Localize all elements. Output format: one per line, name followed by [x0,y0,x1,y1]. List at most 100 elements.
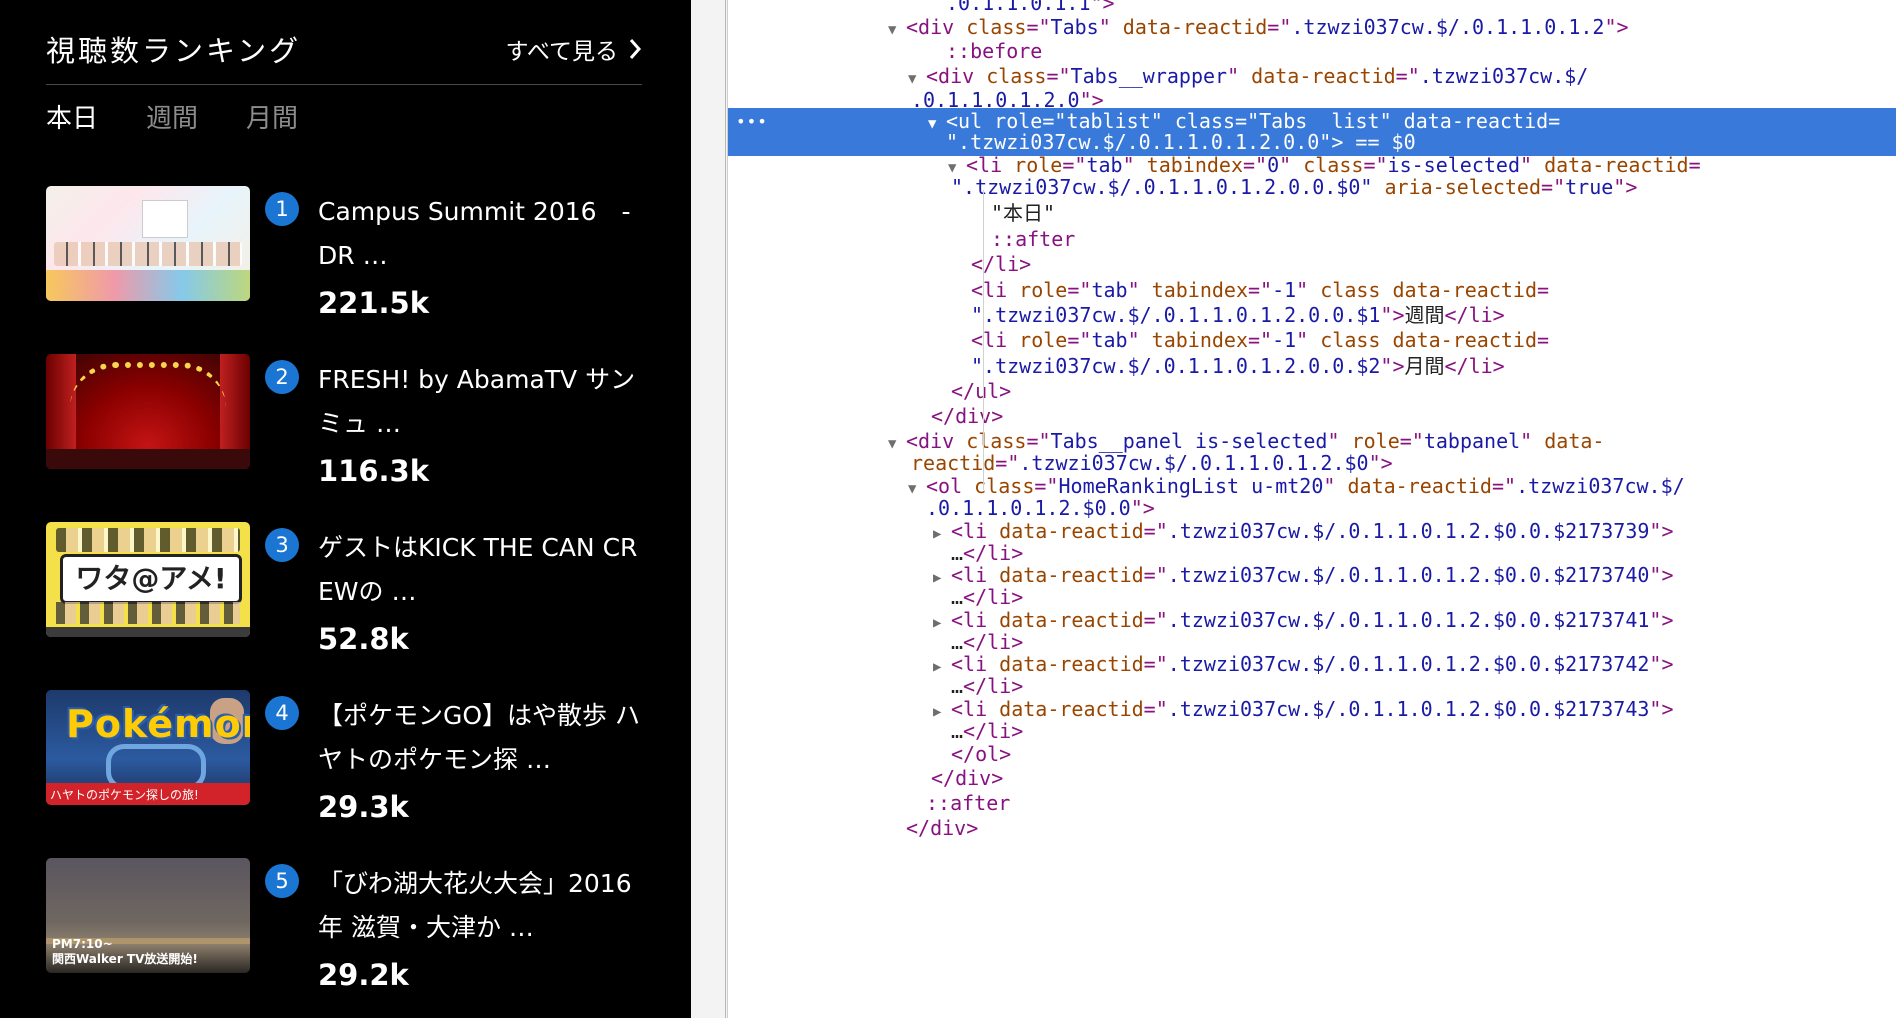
dom-node-line[interactable]: </div> [728,815,1896,842]
dom-token: =" [1046,64,1071,88]
dom-token: == $0 [1343,130,1416,154]
view-count: 221.5k [318,286,430,320]
resize-handle[interactable] [725,0,726,1018]
dom-token: role [1019,328,1068,352]
dom-token: .0.1.1.0.1.2.$0.0 [926,496,1131,520]
video-thumbnail[interactable]: ワタ@アメ! [46,522,250,637]
dom-node-line[interactable]: ▼ <div class="Tabs" data-reactid=".tzwzi0… [728,14,1896,41]
dom-token: " [1227,64,1252,88]
dom-token: "> [1604,15,1629,39]
view-count: 116.3k [318,454,430,488]
dom-token: .tzwzi037cw.$/ [1419,64,1589,88]
dom-token: Tabs [1050,15,1099,39]
video-thumbnail[interactable]: PM7:10~ 関西Walker TV放送開始! [46,858,250,973]
view-count: 52.8k [318,622,409,656]
dom-token: " [1098,15,1123,39]
video-thumbnail[interactable]: Pokémon ハヤトのポケモン探しの旅! [46,690,250,805]
dom-node-line[interactable]: <li role="tab" tabindex="-1" class data-… [728,327,1896,354]
ranking-header: 視聴数ランキング すべて見る [46,24,642,85]
dom-node-line[interactable]: "本日" [728,200,1896,227]
dom-token: … [951,719,964,743]
dom-token: <li [971,278,1020,302]
devtools-elements-panel: .0.1.1.0.1.1"> ▼ <div class="Tabs" data-re… [691,0,1896,1018]
video-title[interactable]: 【ポケモンGO】はや散歩 ハヤトのポケモン探 … [318,694,648,782]
dom-token: ".tzwzi037cw.$/.0.1.1.0.1.2.0.0.$0" [951,175,1385,199]
ranking-item[interactable]: PM7:10~ 関西Walker TV放送開始! 5 「びわ湖大花火大会」201… [46,858,646,1018]
rank-badge: 2 [265,360,299,394]
dom-token: class data-reactid [1320,328,1538,352]
dom-token: aria-selected [1384,175,1542,199]
thumbnail-caption: PM7:10~ 関西Walker TV放送開始! [52,937,198,967]
dom-token: "> [1380,303,1405,327]
dom-node-line[interactable]: </ol> [728,741,1896,768]
dom-token: =" [995,451,1020,475]
ranking-item[interactable]: Pokémon ハヤトのポケモン探しの旅! 4 【ポケモンGO】はや散歩 ハヤト… [46,690,646,858]
video-title[interactable]: ゲストはKICK THE CAN CREWの … [318,526,648,614]
rank-badge: 5 [265,864,299,898]
dom-token: <div [906,15,967,39]
dom-token: ::before [946,39,1043,63]
dom-token: =" [1026,15,1051,39]
dom-token: =" [1247,278,1273,302]
dom-token: =" [1067,278,1092,302]
see-all-link[interactable]: すべて見る [506,32,642,66]
thumbnail-caption-line: 関西Walker TV放送開始! [52,952,198,966]
rank-badge: 1 [265,192,299,226]
video-title[interactable]: Campus Summit 2016 -DR … [318,190,648,278]
view-count: 29.3k [318,790,409,824]
tab-daily[interactable]: 本日 [46,98,98,135]
dom-node-line[interactable]: </ul> [728,378,1896,405]
dom-token: class [986,64,1047,88]
dom-node-line[interactable]: ::after [728,226,1896,253]
dom-token: <li [971,328,1020,352]
dom-node-line[interactable]: ::after [728,790,1896,817]
video-thumbnail[interactable] [46,354,250,469]
dom-node-line[interactable]: </div> [728,765,1896,792]
dom-token: … [951,674,964,698]
see-all-label: すべて見る [505,39,618,65]
dom-node-line[interactable]: ▼ <div class="Tabs__wrapper" data-reactid… [728,63,1896,90]
dom-token: .tzwzi037cw.$/.0.1.1.0.1.2.$0 [1019,451,1369,475]
dom-token: = [1537,278,1550,302]
dom-token: ::after [926,791,1011,815]
dom-token: </li> [963,719,1024,743]
dom-token: </div> [931,766,1004,790]
dom-token: Tabs__wrapper [1070,64,1228,88]
dom-token: <div [926,64,987,88]
video-title[interactable]: 「びわ湖大花火大会」2016年 滋賀・大津か … [318,862,648,950]
tab-monthly[interactable]: 月間 [246,98,298,135]
tab-weekly[interactable]: 週間 [146,98,198,135]
ranking-tabs: 本日 週間 月間 [46,98,346,135]
dom-token: ".tzwzi037cw.$/.0.1.1.0.1.2.0.0.$1 [971,303,1381,327]
dom-token: " [1127,278,1152,302]
dom-token: "> [1380,354,1405,378]
dom-token: </li> [963,585,1024,609]
video-thumbnail[interactable] [46,186,250,301]
dom-token: = [1537,328,1550,352]
dom-token: </li> [1444,303,1505,327]
view-count: 29.2k [318,958,409,992]
dom-token: "> [1368,451,1393,475]
ranking-item[interactable]: 2 FRESH! by AbamaTV サンミュ … 116.3k [46,354,646,522]
dom-token: class [966,15,1027,39]
dom-node-line[interactable]: <li role="tab" tabindex="-1" class data-… [728,277,1896,304]
dom-node-line[interactable]: ".tzwzi037cw.$/.0.1.1.0.1.2.0.0.$1">週間</… [728,302,1896,329]
dom-token: ".tzwzi037cw.$/.0.1.1.0.1.2.0.0 [946,130,1320,154]
ranking-item[interactable]: ワタ@アメ! 3 ゲストはKICK THE CAN CREWの … 52.8k [46,522,646,690]
thumbnail-logo-text: Pokémon [66,702,250,746]
dom-node-line[interactable]: ".tzwzi037cw.$/.0.1.1.0.1.2.0.0.$2">月間</… [728,353,1896,380]
dom-token: </ul> [951,379,1012,403]
dom-token: </div> [931,404,1004,428]
ranking-item[interactable]: 1 Campus Summit 2016 -DR … 221.5k [46,186,646,354]
dom-node-line[interactable]: </div> [728,403,1896,430]
dom-node-line[interactable]: ".tzwzi037cw.$/.0.1.1.0.1.2.0.0.$0" aria… [728,174,1896,201]
dom-token: </ol> [951,742,1012,766]
dom-token: "> [1613,175,1638,199]
dom-token: </div> [906,816,979,840]
video-title[interactable]: FRESH! by AbamaTV サンミュ … [318,358,648,446]
dom-token: "> [1130,496,1155,520]
dom-node-line[interactable]: </li> [728,251,1896,278]
chevron-right-icon [628,38,642,60]
dom-token: </li> [1444,354,1505,378]
dom-node-line[interactable]: ::before [728,38,1896,65]
